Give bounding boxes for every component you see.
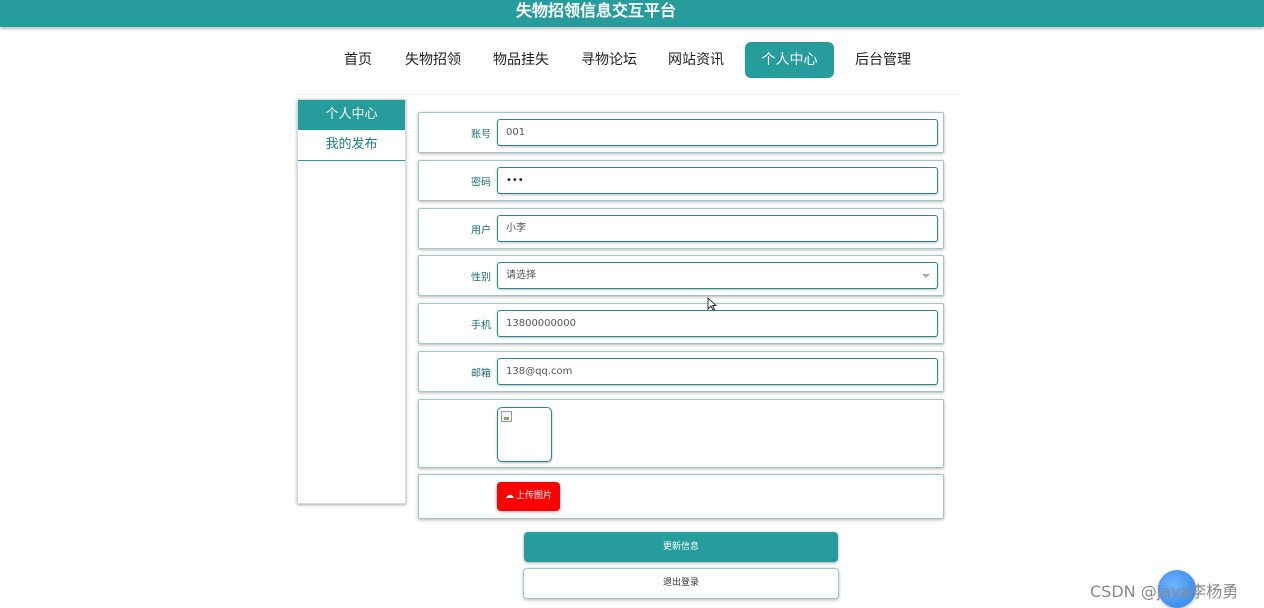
gender-row: 性别 请选择 xyxy=(418,255,944,296)
top-bar: 失物招领信息交互平台 xyxy=(0,0,1264,27)
user-input[interactable]: 小李 xyxy=(497,215,938,242)
nav-lost-found[interactable]: 失物招领 xyxy=(400,42,466,78)
logout-button[interactable]: 退出登录 xyxy=(523,568,839,599)
upload-image-label: 上传图片 xyxy=(515,491,552,501)
account-label: 账号 xyxy=(471,129,491,140)
cloud-upload-icon: ☁ xyxy=(504,491,514,501)
phone-input[interactable]: 13800000000 xyxy=(497,310,938,337)
account-row: 账号 001 xyxy=(418,112,944,153)
email-label: 邮箱 xyxy=(471,368,491,379)
gender-placeholder: 请选择 xyxy=(506,270,536,281)
password-input[interactable]: ••• xyxy=(497,167,938,194)
phone-row: 手机 13800000000 xyxy=(418,303,944,344)
watermark: CSDN @java李杨勇 xyxy=(1090,582,1239,601)
upload-row: ☁ 上传图片 xyxy=(418,474,944,519)
password-row: 密码 ••• xyxy=(418,160,944,201)
nav-personal-center[interactable]: 个人中心 xyxy=(745,42,834,78)
sidebar-item-my-posts[interactable]: 我的发布 xyxy=(298,130,405,161)
upload-image-button[interactable]: ☁ 上传图片 xyxy=(497,482,560,511)
nav-home[interactable]: 首页 xyxy=(337,42,379,78)
password-label: 密码 xyxy=(471,177,491,188)
update-info-button[interactable]: 更新信息 xyxy=(524,532,838,562)
mouse-cursor-icon xyxy=(707,297,717,311)
email-input[interactable]: 138@qq.com xyxy=(497,358,938,385)
main-nav: 首页 失物招领 物品挂失 寻物论坛 网站资讯 个人中心 后台管理 xyxy=(0,42,1264,78)
user-label: 用户 xyxy=(471,225,491,236)
dropdown-arrow-icon[interactable] xyxy=(922,274,930,278)
nav-admin[interactable]: 后台管理 xyxy=(850,42,916,78)
sidebar: 个人中心 我的发布 xyxy=(297,99,406,504)
nav-forum[interactable]: 寻物论坛 xyxy=(576,42,642,78)
gender-select[interactable]: 请选择 xyxy=(497,262,938,289)
sidebar-title[interactable]: 个人中心 xyxy=(298,100,405,130)
user-row: 用户 小李 xyxy=(418,208,944,249)
avatar-preview[interactable] xyxy=(497,407,552,462)
content-divider xyxy=(297,94,959,95)
nav-report-lost[interactable]: 物品挂失 xyxy=(488,42,554,78)
nav-news[interactable]: 网站资讯 xyxy=(663,42,729,78)
avatar-row xyxy=(418,399,944,468)
broken-image-icon xyxy=(501,411,512,422)
gender-label: 性别 xyxy=(471,272,491,283)
phone-label: 手机 xyxy=(471,320,491,331)
email-row: 邮箱 138@qq.com xyxy=(418,351,944,392)
account-input[interactable]: 001 xyxy=(497,119,938,146)
site-title: 失物招领信息交互平台 xyxy=(516,1,677,20)
